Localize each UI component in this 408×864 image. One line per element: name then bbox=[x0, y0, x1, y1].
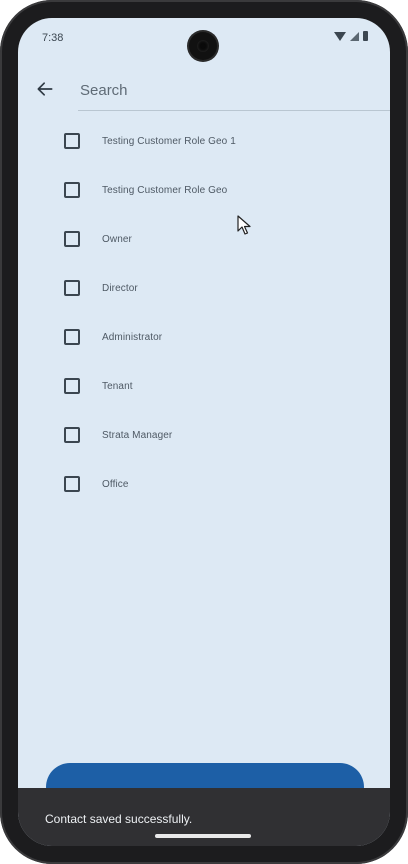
status-bar: 7:38 bbox=[18, 18, 390, 60]
role-label: Office bbox=[102, 478, 129, 490]
role-checkbox[interactable] bbox=[64, 231, 80, 247]
role-label: Administrator bbox=[102, 331, 163, 343]
role-item[interactable]: Administrator bbox=[18, 314, 390, 360]
role-item[interactable]: Office bbox=[18, 461, 390, 507]
role-item[interactable]: Tenant bbox=[18, 363, 390, 409]
snackbar-message: Contact saved successfully. bbox=[45, 812, 193, 826]
app-screen: 7:38 Testing Customer Role Geo 1 bbox=[18, 18, 390, 846]
role-item[interactable]: Testing Customer Role Geo 1 bbox=[18, 118, 390, 164]
role-checkbox[interactable] bbox=[64, 476, 80, 492]
role-label: Testing Customer Role Geo bbox=[102, 184, 228, 196]
role-checkbox[interactable] bbox=[64, 378, 80, 394]
role-checkbox[interactable] bbox=[64, 329, 80, 345]
front-camera bbox=[189, 32, 217, 60]
search-bar bbox=[18, 68, 390, 110]
role-item[interactable]: Testing Customer Role Geo bbox=[18, 167, 390, 213]
back-button[interactable] bbox=[32, 76, 58, 102]
phone-frame: 7:38 Testing Customer Role Geo 1 bbox=[0, 0, 408, 864]
status-time: 7:38 bbox=[42, 32, 64, 44]
role-label: Tenant bbox=[102, 380, 133, 392]
role-checkbox[interactable] bbox=[64, 182, 80, 198]
role-checkbox[interactable] bbox=[64, 280, 80, 296]
wifi-icon bbox=[334, 31, 346, 41]
role-item[interactable]: Owner bbox=[18, 216, 390, 262]
role-item[interactable]: Director bbox=[18, 265, 390, 311]
mouse-pointer-icon bbox=[237, 215, 251, 235]
home-indicator[interactable] bbox=[155, 834, 251, 838]
cellular-signal-icon bbox=[350, 31, 359, 41]
role-label: Testing Customer Role Geo 1 bbox=[102, 135, 236, 147]
role-checkbox[interactable] bbox=[64, 133, 80, 149]
role-label: Owner bbox=[102, 233, 132, 245]
role-item[interactable]: Strata Manager bbox=[18, 412, 390, 458]
search-divider bbox=[78, 110, 390, 111]
arrow-left-icon bbox=[37, 82, 53, 96]
battery-icon bbox=[363, 31, 368, 41]
search-input[interactable] bbox=[78, 76, 352, 104]
status-icons bbox=[334, 31, 368, 41]
role-label: Director bbox=[102, 282, 138, 294]
role-label: Strata Manager bbox=[102, 429, 173, 441]
role-checkbox[interactable] bbox=[64, 427, 80, 443]
